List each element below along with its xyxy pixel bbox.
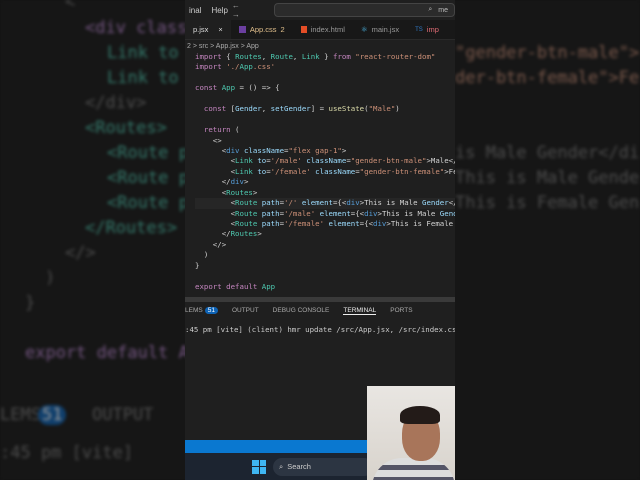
tab-debug-console[interactable]: DEBUG CONSOLE — [273, 307, 330, 315]
code-line: <> — [195, 135, 222, 145]
bg-text: der-btn-female">Fema — [455, 68, 640, 88]
menu-help[interactable]: Help — [211, 6, 227, 15]
tab-problems[interactable]: LEMS 51 — [185, 307, 218, 315]
bg-text: This is Female Gende — [455, 193, 640, 213]
bg-text: Link to — [107, 43, 179, 63]
css-icon — [238, 26, 246, 33]
search-text: me — [438, 6, 448, 14]
horizontal-scrollbar[interactable] — [185, 297, 455, 302]
bg-text: <Route p — [107, 168, 189, 188]
code-line: export default App — [195, 281, 276, 291]
breadcrumb[interactable]: 2 > src > App.jsx > App — [185, 40, 455, 52]
code-line: return ( — [203, 125, 240, 135]
code-line: ) — [195, 250, 209, 260]
search-icon: ⌕ — [279, 461, 284, 471]
bg-text: LEMS — [0, 405, 41, 425]
bg-text: OUTPUT — [92, 405, 154, 425]
bg-text: export default A — [25, 343, 189, 363]
tab-app-jsx[interactable]: p.jsx × — [185, 20, 231, 39]
bg-text: </Routes> — [85, 218, 178, 238]
search-label: Search — [287, 462, 311, 471]
code-line: const [Gender, setGender] = useState("Ma… — [203, 104, 400, 114]
bg-text: <Route p — [107, 193, 189, 213]
close-icon[interactable]: × — [218, 25, 222, 34]
bg-text: Link to — [107, 68, 179, 88]
problem-badge: 2 — [280, 25, 285, 34]
code-line: <div className="flex gap-1"> — [195, 145, 347, 155]
bg-text: <div class — [85, 18, 188, 38]
tab-label: main.jsx — [371, 25, 400, 34]
bg-text: is Male Gender</di — [455, 143, 640, 163]
bg-text: } — [25, 293, 36, 313]
vscode-window: inal Help ← → ⌕ me p.jsx × App.css 2 index… — [185, 0, 455, 480]
code-line: <Link to='/female' className="gender-btn… — [195, 166, 455, 176]
code-line: import './App.css' — [195, 62, 276, 72]
title-bar: inal Help ← → ⌕ me — [185, 0, 455, 20]
tab-label: p.jsx — [193, 25, 209, 34]
code-line: <Link to='/male' className="gender-btn-m… — [195, 156, 455, 166]
windows-start-icon[interactable] — [252, 459, 266, 474]
tab-app-css[interactable]: App.css 2 — [231, 20, 293, 39]
code-line: import { Routes, Route, Link } from "rea… — [195, 52, 436, 61]
tab-ts[interactable]: TS imp — [407, 20, 447, 39]
bg-text: ) — [45, 268, 56, 288]
bg-text: This is Male Gender — [455, 168, 640, 188]
bg-text: </> — [65, 243, 96, 263]
code-line: </div> — [195, 177, 249, 187]
tab-output[interactable]: OUTPUT — [232, 307, 259, 315]
tab-label: imp — [426, 25, 439, 34]
tab-ports[interactable]: PORTS — [390, 307, 412, 315]
html-icon — [300, 26, 307, 33]
code-line: <Route path='/male' element={<div>This i… — [195, 208, 455, 218]
bg-text: < — [65, 0, 76, 12]
bg-text: </div> — [85, 93, 147, 113]
bg-text: :45 pm [vite] — [0, 443, 134, 463]
tab-label: index.html — [310, 25, 345, 34]
taskbar-search[interactable]: ⌕ Search — [273, 457, 373, 476]
tab-label: LEMS — [185, 307, 203, 314]
tab-index-html[interactable]: index.html — [293, 20, 353, 39]
menu-terminal[interactable]: inal — [189, 6, 201, 15]
ts-icon: TS — [415, 26, 423, 33]
code-line: </> — [195, 239, 227, 249]
editor-tabs: p.jsx × App.css 2 index.html ⚛ main.jsx TS i… — [185, 20, 455, 40]
code-line: <Route path='/' element={<div>This is Ma… — [195, 198, 455, 209]
tab-main-jsx[interactable]: ⚛ main.jsx — [353, 20, 407, 39]
code-line: <Routes> — [195, 187, 258, 197]
code-line: <Route path='/female' element={<div>This… — [195, 219, 455, 228]
terminal-output: :45 pm [vite] (client) hmr update /src/A… — [185, 325, 455, 334]
problems-count: 51 — [204, 307, 218, 314]
tab-label: App.css — [249, 25, 277, 34]
tab-terminal[interactable]: TERMINAL — [343, 307, 377, 315]
bg-text: <Route p — [107, 143, 189, 163]
nav-arrows[interactable]: ← → — [232, 1, 268, 19]
code-line: </Routes> — [195, 229, 262, 239]
bg-text: 51 — [38, 405, 67, 425]
command-search[interactable]: ⌕ me — [273, 3, 455, 17]
react-icon: ⚛ — [360, 25, 368, 34]
webcam-overlay — [367, 386, 455, 480]
code-editor[interactable]: import { Routes, Route, Link } from "rea… — [185, 52, 455, 292]
bg-text: "gender-btn-male">Male</ — [455, 43, 640, 63]
code-line: } — [195, 260, 200, 270]
panel-tabs: LEMS 51 OUTPUT DEBUG CONSOLE TERMINAL POR… — [185, 307, 413, 315]
code-line: const App = () => { — [195, 83, 280, 93]
bg-text: <Routes> — [85, 118, 167, 138]
